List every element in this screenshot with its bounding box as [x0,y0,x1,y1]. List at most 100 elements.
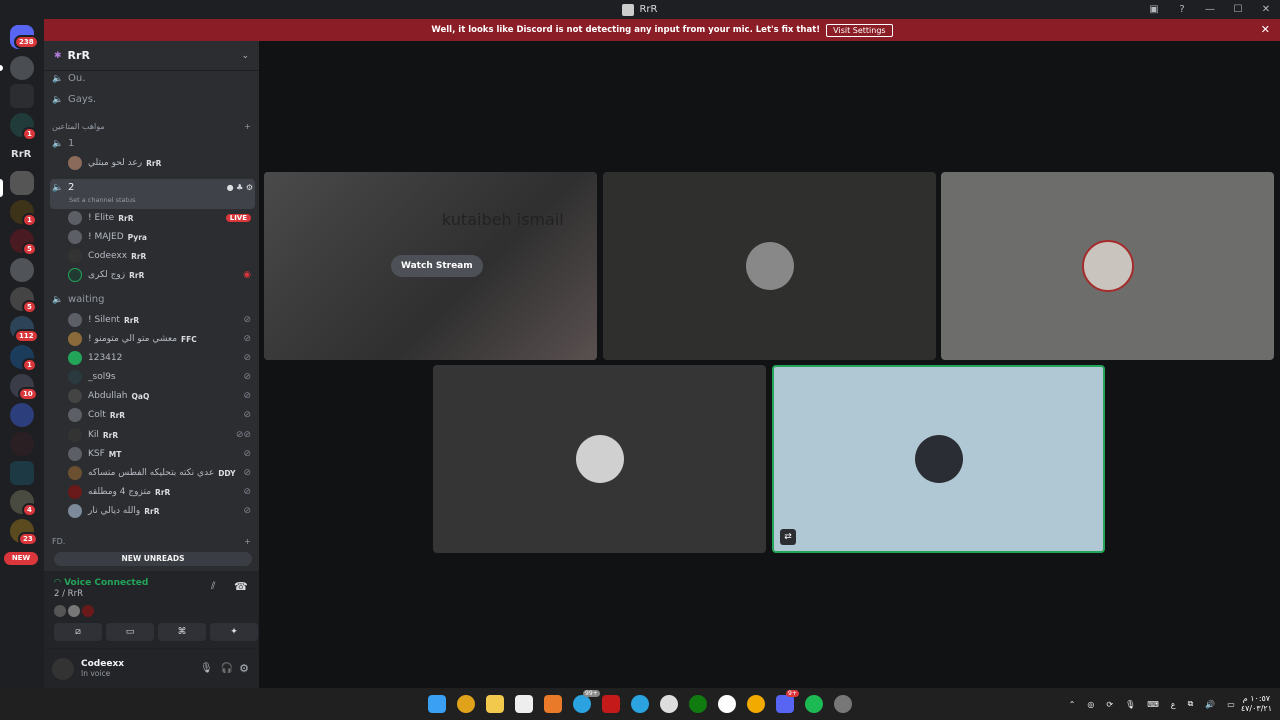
inbox-icon[interactable]: ▣ [1140,4,1168,15]
server-icon[interactable] [10,258,34,282]
microphone-icon[interactable]: 🎙 [200,663,213,674]
avatar [68,447,82,461]
soundboard-button[interactable]: ✦ [210,623,258,641]
file-explorer-icon[interactable] [486,695,504,713]
clock[interactable]: ١٠:٥٧ م ٤٧/٠٣/٢١ [1241,694,1272,714]
voice-user[interactable]: Abdullah QaQ ⊘ [68,387,251,405]
voice-user[interactable]: متزوج 4 ومطلقه RrR ⊘ [68,483,251,501]
stream-tile[interactable]: kutaibeh ismail Watch Stream [264,172,597,360]
telegram-icon[interactable]: 99+ [573,690,600,713]
tray-app-icon[interactable]: ⟳ [1106,700,1113,709]
participant-tile[interactable] [603,172,936,360]
server-header[interactable]: ✱ RrR ⌄ [44,41,259,71]
channel-2[interactable]: 🔈 2 ● ♣ ⚙ [52,182,253,193]
new-unreads-bar[interactable]: NEW UNREADS [54,552,252,566]
app-icon[interactable] [718,695,736,713]
avatar[interactable] [52,657,74,680]
disconnect-icon[interactable]: ☎ [234,580,248,593]
participant-tile-speaking[interactable]: ⇄ [772,365,1105,553]
close-window-button[interactable]: ✕ [1252,4,1280,15]
channel-ou[interactable]: 🔈 Ou. [52,73,253,84]
user-info[interactable]: Codeexx In voice [81,659,196,678]
user-name: _sol9s [88,372,116,382]
app-icon[interactable] [602,695,620,713]
category-header[interactable]: مواهب المتاعين + [52,122,251,131]
server-icon[interactable] [10,56,34,80]
server-icon-active[interactable] [10,171,34,195]
headphones-icon[interactable]: 🎧 [221,663,233,674]
help-icon[interactable]: ? [1168,4,1196,15]
steam-icon[interactable] [660,695,678,713]
server-icon[interactable] [10,403,34,427]
user-tag: Pyra [127,232,147,242]
voice-user[interactable]: _sol9s ⊘ [68,368,251,386]
channel-actions-icons[interactable]: ● ♣ ⚙ [227,183,253,192]
voice-user[interactable]: زوج لكرى RrR ◉ [68,266,251,284]
battery-icon[interactable]: ▭ [1227,700,1235,709]
participant-tile[interactable] [433,365,766,553]
xbox-icon[interactable] [689,695,707,713]
plus-icon[interactable]: + [244,537,251,546]
category-fd[interactable]: FD. + [52,537,251,546]
visit-settings-button[interactable]: Visit Settings [826,23,893,37]
app-icon[interactable] [544,695,562,713]
camera-off-button[interactable]: ⧄ [54,623,102,641]
network-icon[interactable]: ⧉ [1188,699,1194,709]
volume-icon[interactable]: 🔊 [1205,700,1215,709]
voice-user[interactable]: والله ديالي نار RrR ⊘ [68,502,251,520]
chrome-icon[interactable] [457,695,475,713]
minimize-button[interactable]: — [1196,4,1224,15]
maximize-button[interactable]: ☐ [1224,4,1252,15]
voice-user[interactable]: ! معشي متو الي متومنو FFC ⊘ [68,330,251,348]
voice-user[interactable]: ! MAJED Pyra [68,228,251,246]
server-rrr-label[interactable]: RrR [11,149,31,160]
participant-tile[interactable] [941,172,1274,360]
store-icon[interactable] [515,695,533,713]
channel-waiting[interactable]: 🔈 waiting [52,294,253,305]
user-tag: QaQ [131,391,150,401]
keyboard-icon[interactable]: ⌨ [1147,700,1159,709]
activity-button[interactable]: ⌘ [158,623,206,641]
user-name: KSF [88,449,105,459]
voice-channel[interactable]: 2 / RrR [54,589,83,599]
voice-user[interactable]: 123412 ⊘ [68,349,251,367]
microphone-icon[interactable]: 🎙 [1125,700,1135,709]
telegram-icon[interactable] [631,695,649,713]
noise-suppression-icon[interactable]: ⫽ [211,581,215,592]
plus-icon[interactable]: + [244,122,251,131]
channel-sidebar: ✱ RrR ⌄ 🔈 Ou. 🔈 Gays. مواهب المتاعين + 🔈… [44,41,259,688]
new-unreads-pill[interactable]: NEW [4,552,38,565]
voice-user[interactable]: KSF MT ⊘ [68,445,251,463]
user-name: عدي نكته بتحليكه الفطس متساكه [88,468,215,478]
user-tag: DDY [218,468,236,478]
language-indicator[interactable]: ع [1171,700,1176,709]
close-icon[interactable]: ✕ [1261,23,1270,36]
discord-icon[interactable]: 9+ [776,690,799,713]
voice-user[interactable]: Kil RrR ⊘⊘ [68,426,251,444]
spotify-icon[interactable] [805,695,823,713]
channel-1[interactable]: 🔈 1 [52,138,253,149]
channel-gays[interactable]: 🔈 Gays. [52,94,253,105]
windows-start-icon[interactable] [428,695,446,713]
server-icon[interactable] [10,461,34,485]
avatar [68,485,82,499]
voice-user[interactable]: عدي نكته بتحليكه الفطس متساكه DDY ⊘ [68,464,251,482]
server-icon[interactable] [10,432,34,456]
watch-stream-button[interactable]: Watch Stream [391,255,483,277]
chevron-down-icon[interactable]: ⌄ [241,51,249,61]
screen-share-button[interactable]: ▭ [106,623,154,641]
voice-user[interactable]: ! Silent RrR ⊘ [68,311,251,329]
tray-app-icon[interactable]: ◎ [1087,700,1094,709]
signal-icon: ◠ [54,578,65,588]
gear-icon[interactable]: ⚙ [239,662,249,675]
popout-icon[interactable]: ⇄ [780,529,796,545]
app-icon[interactable] [747,695,765,713]
voice-user[interactable]: Codeexx RrR [68,247,251,265]
voice-user[interactable]: رعد لحو مبتلي RrR [68,154,251,172]
app-icon[interactable] [834,695,852,713]
voice-user[interactable]: ! Elite RrR LIVE [68,209,251,227]
chevron-up-icon[interactable]: ⌃ [1069,700,1076,709]
voice-user[interactable]: Colt RrR ⊘ [68,406,251,424]
channel-status[interactable]: Set a channel status [69,196,136,204]
server-icon[interactable] [10,84,34,108]
